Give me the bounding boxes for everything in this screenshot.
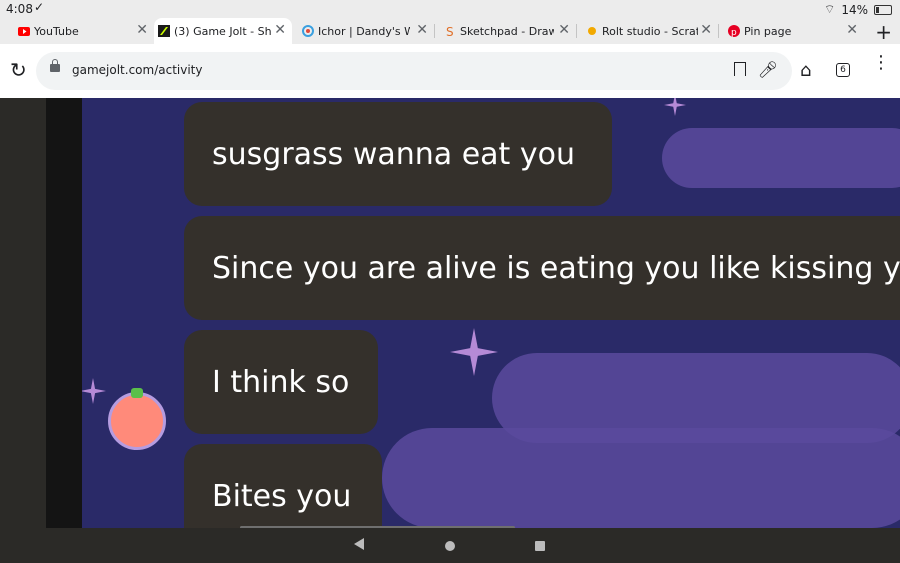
- message-text: I think so: [212, 364, 350, 400]
- reload-icon[interactable]: ↻: [10, 58, 27, 82]
- scratch-icon: [586, 25, 598, 37]
- bookmark-icon[interactable]: [734, 62, 746, 76]
- tab-scratch[interactable]: Rolt studio - Scratch St ✕: [582, 18, 719, 44]
- left-sidebar-strip: [46, 98, 82, 528]
- system-nav-bar: [0, 528, 900, 563]
- close-icon[interactable]: ✕: [274, 22, 286, 38]
- url-text[interactable]: gamejolt.com/activity: [72, 63, 202, 77]
- status-bar: 4:08 ✓ ⌔ 14%: [0, 0, 900, 18]
- left-panel: [0, 98, 46, 528]
- close-icon[interactable]: ✕: [558, 22, 570, 38]
- tab-title: Rolt studio - Scratch St: [602, 24, 698, 38]
- tab-title: Pin page: [744, 24, 792, 38]
- user-avatar[interactable]: [108, 392, 166, 450]
- recents-icon[interactable]: [535, 541, 545, 551]
- message-text: susgrass wanna eat you: [212, 136, 575, 172]
- home-icon[interactable]: ⌂: [800, 60, 811, 81]
- ichor-icon: [302, 25, 314, 37]
- page-content: susgrass wanna eat you Since you are ali…: [0, 98, 900, 528]
- microphone-icon[interactable]: 🎤︎: [758, 60, 778, 79]
- star-icon: [82, 378, 106, 404]
- star-icon: [450, 328, 498, 376]
- tab-switcher-button[interactable]: 6: [836, 63, 850, 77]
- tab-divider: [718, 24, 719, 38]
- svg-text:p: p: [731, 28, 737, 37]
- battery-icon: [874, 4, 892, 15]
- battery-percent: 14%: [841, 2, 868, 17]
- message-text: Since you are alive is eating you like k…: [212, 250, 900, 286]
- close-icon[interactable]: ✕: [136, 22, 148, 38]
- overflow-menu-icon[interactable]: ⋮: [872, 54, 890, 72]
- youtube-icon: [18, 25, 30, 37]
- lock-icon[interactable]: [50, 59, 60, 72]
- chat-message: I think so: [184, 330, 378, 434]
- chat-message: Bites you: [184, 444, 382, 528]
- tab-title: (3) Game Jolt - Share y: [174, 24, 272, 38]
- address-bar[interactable]: gamejolt.com/activity 🎤︎: [36, 52, 792, 90]
- tab-strip: YouTube ✕ (3) Game Jolt - Share y ✕ Icho…: [0, 18, 900, 44]
- message-text: Bites you: [212, 478, 352, 514]
- tab-title: Sketchpad - Draw, Crea: [460, 24, 554, 38]
- wifi-icon: ⌔: [824, 2, 836, 16]
- tab-title: YouTube: [34, 24, 79, 38]
- gamejolt-icon: [158, 25, 170, 37]
- new-tab-button[interactable]: +: [875, 20, 892, 44]
- tab-ichor[interactable]: Ichor | Dandy's World W ✕: [298, 18, 435, 44]
- close-icon[interactable]: ✕: [846, 22, 858, 38]
- sketchpad-icon: S: [444, 25, 456, 37]
- cloud-shape: [662, 128, 900, 188]
- download-complete-icon: ✓: [34, 0, 45, 14]
- tab-sketchpad[interactable]: S Sketchpad - Draw, Crea ✕: [440, 18, 577, 44]
- status-right: ⌔ 14%: [824, 2, 892, 17]
- tab-divider: [434, 24, 435, 38]
- star-icon: [664, 98, 686, 116]
- tab-pinterest[interactable]: p Pin page ✕: [724, 18, 864, 44]
- tab-title: Ichor | Dandy's World W: [318, 24, 410, 38]
- avatar-badge-icon: [131, 388, 143, 398]
- browser-toolbar: ↻ gamejolt.com/activity 🎤︎ ⌂ 6 ⋮: [0, 44, 900, 98]
- cloud-shape: [382, 428, 900, 528]
- tab-divider: [576, 24, 577, 38]
- home-circle-icon[interactable]: [445, 541, 455, 551]
- close-icon[interactable]: ✕: [416, 22, 428, 38]
- clock: 4:08: [6, 2, 33, 16]
- chat-message: susgrass wanna eat you: [184, 102, 612, 206]
- back-icon[interactable]: [354, 538, 364, 550]
- pinterest-icon: p: [728, 25, 740, 37]
- chat-message: Since you are alive is eating you like k…: [184, 216, 900, 320]
- svg-text:S: S: [446, 25, 454, 37]
- tab-gamejolt[interactable]: (3) Game Jolt - Share y ✕: [154, 18, 292, 44]
- tab-youtube[interactable]: YouTube ✕: [14, 18, 155, 44]
- close-icon[interactable]: ✕: [700, 22, 712, 38]
